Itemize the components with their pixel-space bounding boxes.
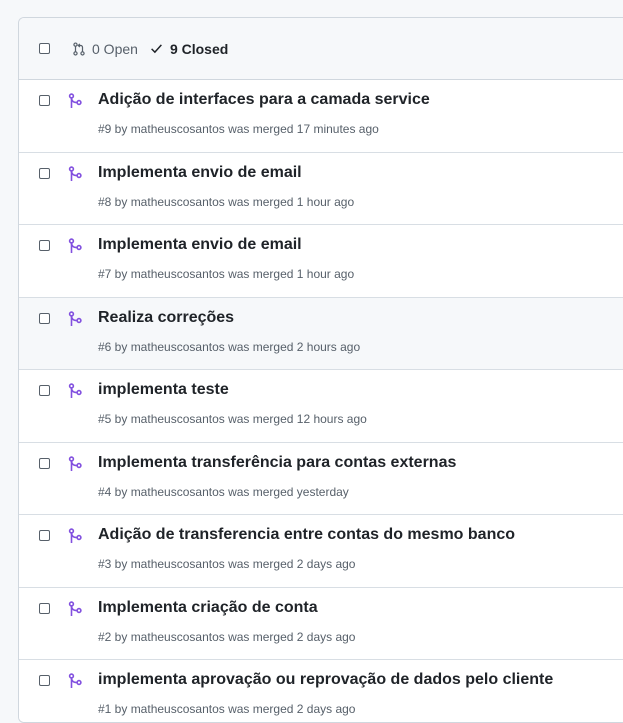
pull-request-meta: #2 by matheuscosantos was merged 2 days … bbox=[98, 629, 356, 644]
closed-count-label: 9 Closed bbox=[169, 40, 229, 57]
pull-request-row: Adição de transferencia entre contas do … bbox=[19, 515, 623, 588]
row-checkbox[interactable] bbox=[39, 602, 50, 614]
pull-request-title[interactable]: Implementa transferência para contas ext… bbox=[98, 454, 456, 472]
closed-filter-link[interactable]: 9 Closed bbox=[150, 41, 228, 57]
list-header: 0 Open 9 Closed bbox=[19, 18, 623, 80]
row-checkbox[interactable] bbox=[39, 167, 50, 179]
pull-request-meta: #3 by matheuscosantos was merged 2 days … bbox=[98, 557, 356, 571]
pull-request-title[interactable]: Adição de transferencia entre contas do … bbox=[98, 526, 515, 544]
pull-request-row: Implementa criação de conta #2 by matheu… bbox=[19, 587, 623, 660]
pull-request-meta: #8 by matheuscosantos was merged 1 hour … bbox=[98, 194, 355, 209]
pull-request-title[interactable]: Adição de interfaces para a camada servi… bbox=[98, 91, 430, 109]
pull-request-title[interactable]: Realiza correções bbox=[98, 309, 234, 327]
pull-request-meta: #6 by matheuscosantos was merged 2 hours… bbox=[98, 339, 361, 354]
pull-request-meta: #7 by matheuscosantos was merged 1 hour … bbox=[98, 267, 355, 281]
open-filter-link[interactable]: 0 Open bbox=[72, 41, 138, 57]
open-count-label: 0 Open bbox=[92, 40, 138, 57]
pull-request-row: Realiza correções #6 by matheuscosantos … bbox=[19, 297, 623, 370]
row-checkbox[interactable] bbox=[39, 312, 50, 324]
pull-request-meta: #5 by matheuscosantos was merged 12 hour… bbox=[98, 412, 367, 426]
pull-request-title[interactable]: Implementa criação de conta bbox=[98, 599, 318, 617]
row-checkbox[interactable] bbox=[39, 95, 50, 106]
pull-request-row: Implementa envio de email #7 by matheusc… bbox=[19, 225, 623, 298]
pull-request-row: implementa aprovação ou reprovação de da… bbox=[19, 660, 623, 722]
check-icon bbox=[151, 44, 162, 54]
pull-request-meta: #4 by matheuscosantos was merged yesterd… bbox=[98, 484, 349, 499]
merged-icon bbox=[68, 600, 82, 616]
pull-request-meta: #1 by matheuscosantos was merged 2 days … bbox=[98, 702, 356, 716]
pull-request-row: Adição de interfaces para a camada servi… bbox=[19, 80, 623, 153]
pull-request-icon bbox=[73, 41, 85, 56]
pull-request-title[interactable]: Implementa envio de email bbox=[98, 164, 302, 182]
pull-request-row: Implementa transferência para contas ext… bbox=[19, 442, 623, 515]
merged-icon bbox=[68, 93, 82, 108]
merged-icon bbox=[68, 673, 82, 688]
row-checkbox[interactable] bbox=[39, 457, 50, 469]
row-checkbox[interactable] bbox=[39, 675, 50, 686]
merged-icon bbox=[68, 238, 82, 253]
merged-icon bbox=[68, 310, 82, 326]
merged-icon bbox=[68, 383, 82, 398]
row-checkbox[interactable] bbox=[39, 385, 50, 396]
pull-request-title[interactable]: implementa teste bbox=[98, 381, 229, 399]
row-checkbox[interactable] bbox=[39, 240, 50, 251]
pull-request-rows: Adição de interfaces para a camada servi… bbox=[19, 80, 623, 722]
pull-request-meta: #9 by matheuscosantos was merged 17 minu… bbox=[98, 122, 379, 136]
pull-request-row: implementa teste #5 by matheuscosantos w… bbox=[19, 370, 623, 443]
merged-icon bbox=[68, 528, 82, 543]
pull-request-title[interactable]: Implementa envio de email bbox=[98, 236, 302, 254]
row-checkbox[interactable] bbox=[39, 530, 50, 541]
pull-request-row: Implementa envio de email #8 by matheusc… bbox=[19, 152, 623, 225]
merged-icon bbox=[68, 165, 82, 181]
pull-request-title[interactable]: implementa aprovação ou reprovação de da… bbox=[98, 671, 553, 689]
merged-icon bbox=[68, 455, 82, 471]
pull-request-list: 0 Open 9 Closed Adição de interfaces par… bbox=[18, 17, 623, 723]
select-all-checkbox[interactable] bbox=[39, 43, 50, 54]
